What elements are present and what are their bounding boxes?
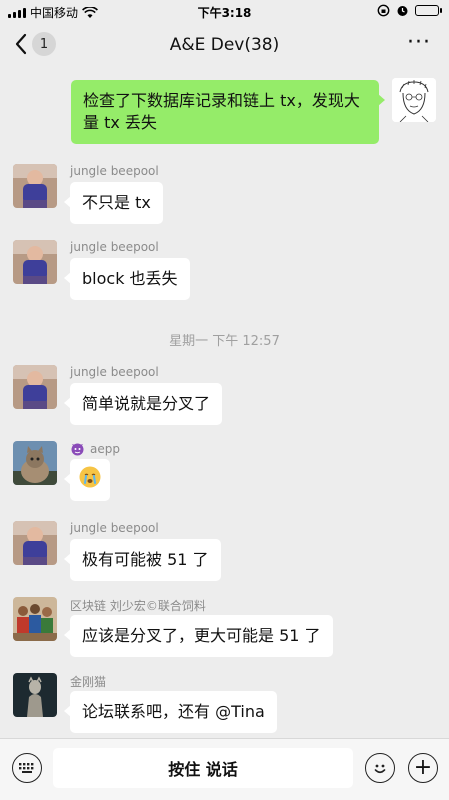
avatar[interactable] [13,441,57,485]
sender-name: 区块链 刘少宏©联合饲料 [70,599,206,613]
smiley-icon [374,764,386,774]
group-photo-icon [13,597,57,641]
sender-name: 金刚猫 [70,675,107,689]
sketch-face-icon [392,78,436,122]
message-bubble[interactable] [64,459,110,501]
sender-name: jungle beepool [70,240,159,254]
avatar[interactable] [13,240,57,284]
statue-photo-icon [13,673,57,717]
sender-name: aepp [70,441,120,456]
baby-photo-icon [13,164,57,208]
message-item: jungle beepool 极有可能被 51 了 [0,521,449,587]
avatar[interactable] [13,673,57,717]
message-item: jungle beepool 简单说就是分叉了 [0,365,449,431]
sender-name: jungle beepool [70,521,159,535]
plus-icon: + [413,755,433,780]
more-actions-button[interactable]: + [408,753,438,783]
baby-photo-icon [13,521,57,565]
avatar[interactable] [13,164,57,208]
avatar[interactable] [13,597,57,641]
hold-to-talk-button[interactable]: 按住 说话 [53,748,353,788]
avatar[interactable] [13,521,57,565]
message-bubble[interactable]: 应该是分叉了，更大可能是 51 了 [64,615,333,657]
nav-bar: 1 A&E Dev(38) ··· [0,24,449,70]
alarm-icon [397,6,408,16]
keyboard-toggle-button[interactable] [12,753,42,783]
crying-emoji-icon [79,466,101,488]
message-bubble[interactable]: 检查了下数据库记录和链上 tx，发现大量 tx 丢失 [71,80,385,144]
message-bubble[interactable]: block 也丢失 [64,258,190,300]
devil-emoji-icon [71,443,84,456]
message-list[interactable]: 检查了下数据库记录和链上 tx，发现大量 tx 丢失 jungle beepoo… [0,70,449,738]
chat-title: A&E Dev(38) [169,35,280,55]
message-bubble[interactable]: 论坛联系吧，还有 @Tina [64,691,277,733]
message-item: aepp [0,441,449,511]
more-options-button[interactable]: ··· [407,30,431,55]
message-bubble[interactable]: 简单说就是分叉了 [63,383,223,425]
emoji-button[interactable] [365,753,395,783]
message-bubble[interactable]: 不只是 tx [64,182,163,224]
baby-photo-icon [13,240,57,284]
message-item: jungle beepool 不只是 tx [0,164,449,230]
status-bar: 中国移动 下午3:18 [0,0,449,24]
sender-name: jungle beepool [70,164,159,178]
message-item: jungle beepool block 也丢失 [0,240,449,306]
lock-rotation-icon [377,4,390,17]
input-bar: 按住 说话 + [0,738,449,800]
self-avatar[interactable] [392,78,436,122]
timestamp-divider: 星期一 下午 12:57 [169,334,280,349]
avatar[interactable] [13,365,57,409]
message-item: 金刚猫 论坛联系吧，还有 @Tina [0,673,449,738]
battery-icon [415,5,442,16]
sender-name: jungle beepool [70,365,159,379]
message-bubble[interactable]: 极有可能被 51 了 [64,539,221,581]
message-self: 检查了下数据库记录和链上 tx，发现大量 tx 丢失 [0,70,449,150]
baby-photo-icon [13,365,57,409]
cat-photo-icon [13,441,57,485]
message-item: 区块链 刘少宏©联合饲料 应该是分叉了，更大可能是 51 了 [0,597,449,663]
keyboard-icon [19,763,34,773]
